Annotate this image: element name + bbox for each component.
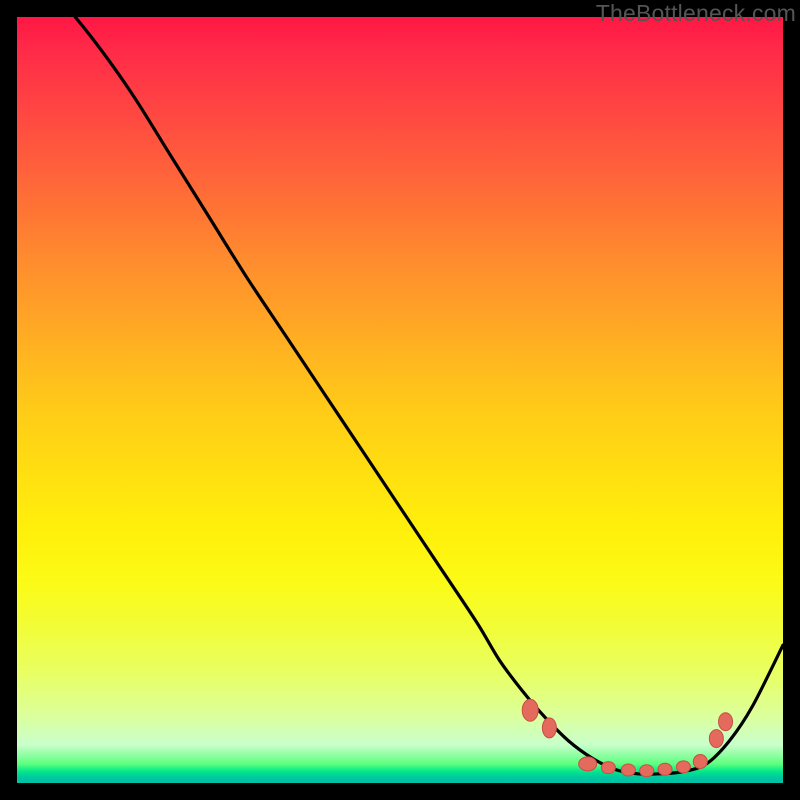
curve-marker xyxy=(640,765,654,777)
curve-marker xyxy=(522,699,538,721)
curve-markers xyxy=(522,699,732,777)
chart-svg xyxy=(17,17,783,783)
chart-frame xyxy=(17,17,783,783)
curve-marker xyxy=(601,762,615,774)
curve-marker xyxy=(621,764,635,776)
watermark-text: TheBottleneck.com xyxy=(596,0,796,27)
curve-marker xyxy=(719,713,733,731)
curve-marker xyxy=(579,757,597,771)
curve-marker xyxy=(676,761,690,773)
curve-marker xyxy=(658,763,672,775)
bottleneck-curve xyxy=(17,17,783,774)
curve-marker xyxy=(542,718,556,738)
curve-marker xyxy=(693,755,707,769)
plot-area xyxy=(17,17,783,783)
curve-marker xyxy=(709,730,723,748)
